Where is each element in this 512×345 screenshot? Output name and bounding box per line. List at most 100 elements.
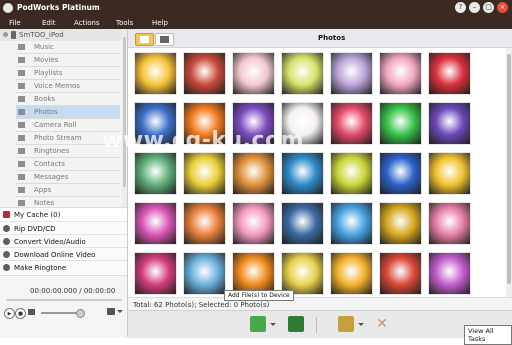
photo-thumbnail[interactable] [232, 152, 275, 195]
sidebar-item-playlists[interactable]: Playlists [16, 67, 120, 80]
photo-thumbnail[interactable] [428, 52, 471, 95]
photo-thumbnail[interactable] [428, 152, 471, 195]
photo-thumbnail[interactable] [428, 102, 471, 145]
convert-video-audio-action[interactable]: Convert Video/Audio [0, 234, 127, 248]
sidebar-item-label: Playlists [34, 69, 63, 77]
photo-thumbnail[interactable] [330, 252, 373, 295]
stop-icon[interactable]: ■ [15, 308, 26, 319]
playback-progress[interactable] [6, 299, 122, 301]
add-to-device-icon[interactable] [338, 316, 354, 332]
menu-tools[interactable]: Tools [116, 19, 133, 27]
photo-thumbnail[interactable] [232, 52, 275, 95]
photo-thumbnail[interactable] [330, 52, 373, 95]
media-player: 00:00:00.000 / 00:00:00 ▶ ■ [0, 275, 127, 338]
photo-grid [128, 48, 506, 297]
sidebar-item-label: Ringtones [34, 147, 70, 155]
delete-icon[interactable]: ✕ [374, 316, 390, 332]
sidebar-item-photos[interactable]: Photos [16, 106, 120, 119]
sidebar-item-label: Messages [34, 173, 69, 181]
sidebar: SmTOO_iPod Music Movies Playlists Voice … [0, 29, 128, 338]
photo-thumbnail[interactable] [379, 102, 422, 145]
sidebar-item-apps[interactable]: Apps [16, 184, 120, 197]
action-label: Rip DVD/CD [14, 225, 56, 233]
sidebar-item-label: Notes [34, 199, 55, 207]
photo-thumbnail[interactable] [281, 152, 324, 195]
photo-thumbnail[interactable] [281, 252, 324, 295]
convert-icon [3, 238, 10, 245]
photo-thumbnail[interactable] [330, 102, 373, 145]
photo-thumbnail[interactable] [134, 152, 177, 195]
photo-thumbnail[interactable] [379, 52, 422, 95]
photo-thumbnail[interactable] [379, 252, 422, 295]
export-to-itunes-icon[interactable] [288, 316, 304, 332]
add-dropdown-icon[interactable] [358, 323, 364, 326]
main-scrollbar[interactable] [506, 48, 512, 297]
download-online-video-action[interactable]: Download Online Video [0, 247, 127, 261]
photo-thumbnail[interactable] [232, 202, 275, 245]
bell-icon [3, 264, 10, 271]
photo-thumbnail[interactable] [330, 152, 373, 195]
export-dropdown-icon[interactable] [270, 323, 276, 326]
photo-thumbnail[interactable] [134, 202, 177, 245]
tab-photos-grid[interactable] [135, 33, 154, 46]
my-cache-item[interactable]: My Cache (0) [0, 207, 127, 221]
books-icon [18, 96, 25, 102]
voice-memos-icon [18, 83, 25, 89]
camera-icon[interactable] [107, 308, 115, 315]
photo-thumbnail[interactable] [281, 52, 324, 95]
sidebar-item-movies[interactable]: Movies [16, 54, 120, 67]
photo-thumbnail[interactable] [281, 202, 324, 245]
volume-slider[interactable] [41, 312, 79, 314]
close-icon[interactable]: × [497, 2, 508, 13]
photo-thumbnail[interactable] [379, 152, 422, 195]
menu-edit[interactable]: Edit [42, 19, 56, 27]
device-row[interactable]: SmTOO_iPod [0, 29, 122, 41]
menu-actions[interactable]: Actions [74, 19, 100, 27]
sidebar-item-books[interactable]: Books [16, 93, 120, 106]
photo-thumbnail[interactable] [183, 252, 226, 295]
photo-thumbnail[interactable] [134, 52, 177, 95]
sidebar-item-label: Contacts [34, 160, 65, 168]
tab-photos-list[interactable] [155, 33, 174, 46]
play-icon[interactable]: ▶ [4, 308, 15, 319]
maximize-icon[interactable]: □ [483, 2, 494, 13]
sidebar-item-messages[interactable]: Messages [16, 171, 120, 184]
photo-thumbnail[interactable] [183, 202, 226, 245]
sidebar-item-music[interactable]: Music [16, 41, 120, 54]
sidebar-item-voice-memos[interactable]: Voice Memos [16, 80, 120, 93]
sidebar-item-contacts[interactable]: Contacts [16, 158, 120, 171]
photo-thumbnail[interactable] [428, 252, 471, 295]
action-label: Make Ringtone [14, 264, 67, 272]
chevron-down-icon[interactable] [117, 310, 123, 313]
sidebar-item-label: Photos [34, 108, 58, 116]
device-tree: SmTOO_iPod Music Movies Playlists Voice … [0, 29, 122, 210]
collapse-icon[interactable] [3, 32, 8, 37]
photo-thumbnail[interactable] [232, 252, 275, 295]
rip-dvd-cd-action[interactable]: Rip DVD/CD [0, 221, 127, 235]
photo-thumbnail[interactable] [330, 202, 373, 245]
sidebar-scrollbar[interactable] [122, 29, 127, 207]
sidebar-scroll-thumb[interactable] [123, 37, 126, 187]
playback-time: 00:00:00.000 / 00:00:00 [30, 287, 116, 295]
app-title: PodWorks Platinum [17, 3, 100, 12]
view-all-tasks-button[interactable]: View All Tasks [464, 325, 512, 345]
notes-icon [18, 200, 25, 206]
volume-icon[interactable] [28, 309, 35, 315]
minimize-icon[interactable]: – [469, 2, 480, 13]
menu-bar: File Edit Actions Tools Help [0, 16, 512, 29]
photo-thumbnail[interactable] [428, 202, 471, 245]
photo-thumbnail[interactable] [183, 52, 226, 95]
add-files-tooltip: Add File(s) to Device [224, 290, 294, 301]
menu-help[interactable]: Help [152, 19, 168, 27]
export-to-computer-icon[interactable] [250, 316, 266, 332]
window-controls: ? – □ × [455, 2, 508, 13]
volume-knob[interactable] [76, 309, 85, 318]
make-ringtone-action[interactable]: Make Ringtone [0, 260, 127, 274]
photo-count-status: Total: 62 Photo(s); Selected: 0 Photo(s) [133, 301, 270, 309]
photo-thumbnail[interactable] [183, 152, 226, 195]
help-icon[interactable]: ? [455, 2, 466, 13]
menu-file[interactable]: File [9, 19, 21, 27]
main-scroll-thumb[interactable] [507, 54, 511, 284]
photo-thumbnail[interactable] [134, 252, 177, 295]
photo-thumbnail[interactable] [379, 202, 422, 245]
